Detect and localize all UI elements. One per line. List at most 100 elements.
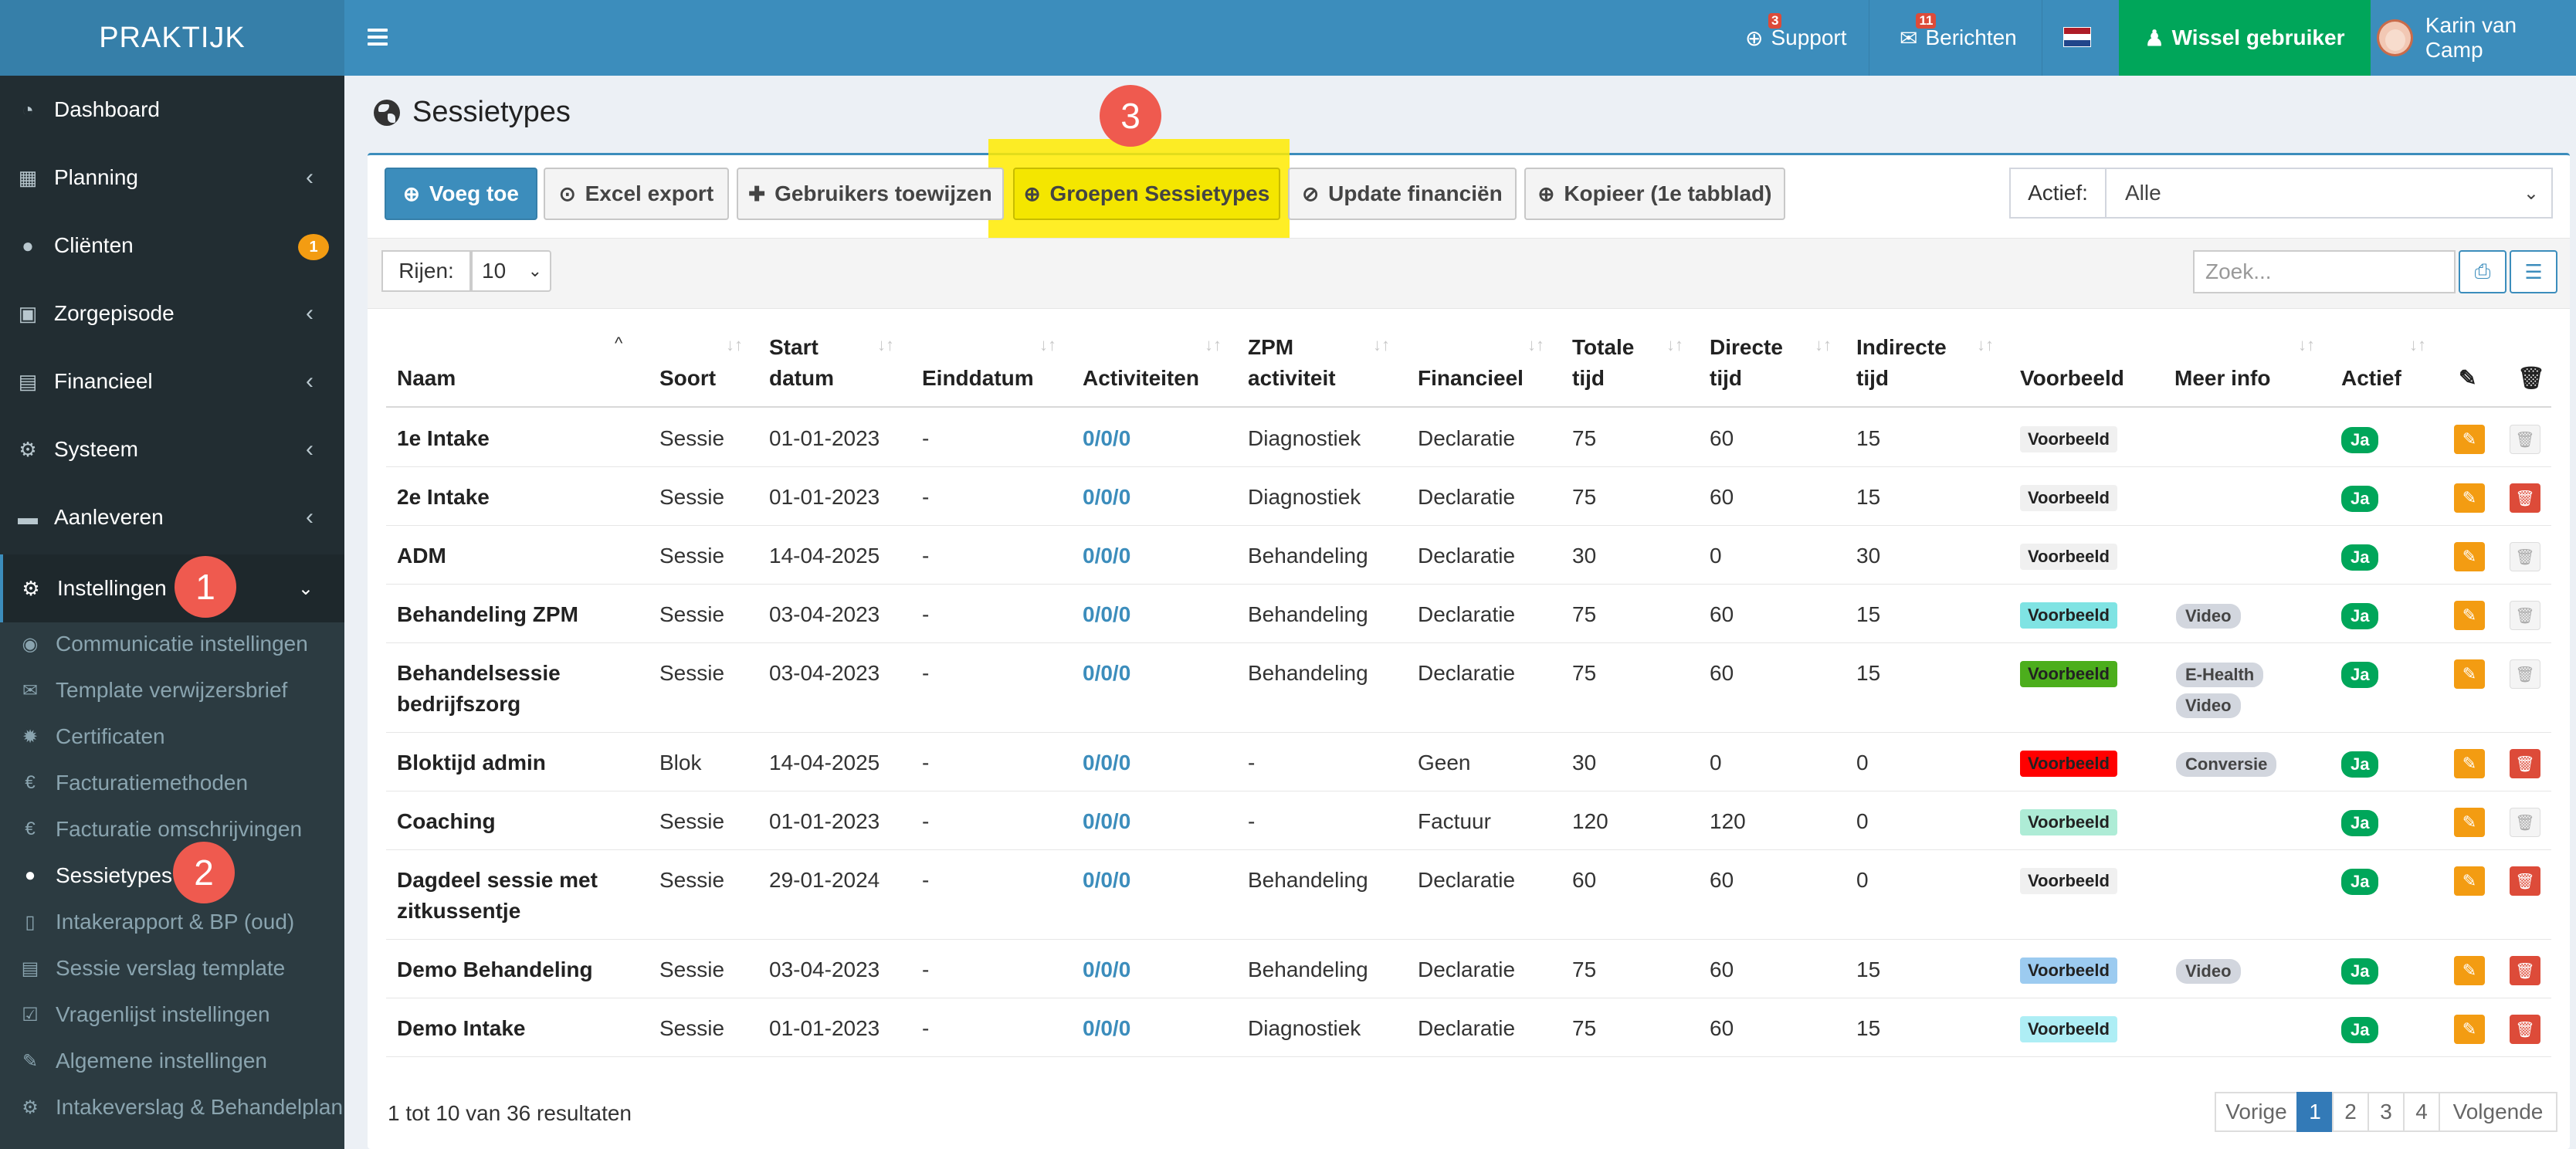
sidebar-item-zorgepisode[interactable]: ▣ Zorgepisode ‹ xyxy=(0,281,344,346)
activiteiten-link[interactable]: 0/0/0 xyxy=(1083,1013,1130,1044)
pager-vorige[interactable]: Vorige xyxy=(2215,1092,2298,1132)
gebruikers-toewijzen-button[interactable]: ✚ Gebruikers toewijzen xyxy=(737,168,1004,220)
activiteiten-link[interactable]: 0/0/0 xyxy=(1083,423,1130,454)
activiteiten-link[interactable]: 0/0/0 xyxy=(1083,541,1130,571)
delete-button[interactable]: 🗑 xyxy=(2510,749,2540,778)
delete-button[interactable]: 🗑 xyxy=(2510,601,2540,630)
sidebar-item-dashboard[interactable]: ◔ Dashboard xyxy=(0,77,344,142)
col-actief[interactable]: Actief xyxy=(2341,363,2401,394)
edit-button[interactable]: ✎ xyxy=(2454,542,2485,571)
kopieer-button[interactable]: ⊕ Kopieer (1e tabblad) xyxy=(1524,168,1785,220)
sidebar-item-clienten[interactable]: ● Cliënten 1 xyxy=(0,213,344,278)
sidebar-item-financieel[interactable]: ▤ Financieel ‹ xyxy=(0,349,344,414)
sort-icon[interactable]: ↓↑ xyxy=(1815,335,1832,355)
sort-icon[interactable]: ↓↑ xyxy=(1039,335,1056,355)
sort-icon[interactable]: ↓↑ xyxy=(1205,335,1222,355)
submenu-algemene-instellingen[interactable]: ✎ Algemene instellingen xyxy=(0,1038,344,1084)
sort-icon[interactable]: ↓↑ xyxy=(877,335,894,355)
app-logo[interactable]: PRAKTIJK xyxy=(0,0,344,76)
edit-button[interactable]: ✎ xyxy=(2454,601,2485,630)
col-indirecte-2[interactable]: tijd xyxy=(1856,363,1889,394)
edit-button[interactable]: ✎ xyxy=(2454,808,2485,837)
edit-button[interactable]: ✎ xyxy=(2454,956,2485,985)
submenu-intakerapport[interactable]: ▯ Intakerapport & BP (oud) xyxy=(0,899,344,945)
submenu-facturatie-omschrijvingen[interactable]: € Facturatie omschrijvingen xyxy=(0,806,344,852)
col-start-2[interactable]: datum xyxy=(769,363,834,394)
sort-icon[interactable]: ↓↑ xyxy=(1373,335,1390,355)
edit-button[interactable]: ✎ xyxy=(2454,749,2485,778)
submenu-sessie-verslag[interactable]: ▤ Sessie verslag template xyxy=(0,945,344,991)
pager-page-4[interactable]: 4 xyxy=(2403,1092,2440,1132)
menu-toggle-icon[interactable] xyxy=(368,23,388,51)
submenu-communicatie[interactable]: ◉ Communicatie instellingen xyxy=(0,621,344,667)
delete-button[interactable]: 🗑 xyxy=(2510,956,2540,985)
submenu-certificaten[interactable]: ✹ Certificaten xyxy=(0,713,344,760)
delete-button[interactable]: 🗑 xyxy=(2510,1015,2540,1044)
delete-button[interactable]: 🗑 xyxy=(2510,866,2540,896)
edit-button[interactable]: ✎ xyxy=(2454,866,2485,896)
pager-page-2[interactable]: 2 xyxy=(2332,1092,2369,1132)
edit-button[interactable]: ✎ xyxy=(2454,659,2485,689)
support-link[interactable]: ⊕ 3 Support xyxy=(1745,0,1847,76)
submenu-facturatiemethoden[interactable]: € Facturatiemethoden xyxy=(0,760,344,806)
activiteiten-link[interactable]: 0/0/0 xyxy=(1083,658,1130,689)
wissel-gebruiker-button[interactable]: ♟ Wissel gebruiker xyxy=(2119,0,2371,76)
submenu-sessietypes[interactable]: ● Sessietypes xyxy=(0,852,344,899)
sort-icon[interactable]: ↓↑ xyxy=(2409,335,2426,355)
activiteiten-link[interactable]: 0/0/0 xyxy=(1083,954,1130,985)
pager-page-1[interactable]: 1 xyxy=(2296,1092,2334,1132)
delete-button[interactable]: 🗑 xyxy=(2510,483,2540,513)
delete-button[interactable]: 🗑 xyxy=(2510,659,2540,689)
activiteiten-link[interactable]: 0/0/0 xyxy=(1083,806,1130,837)
col-directe-2[interactable]: tijd xyxy=(1710,363,1742,394)
language-flag-nl-icon[interactable] xyxy=(2063,27,2091,47)
edit-button[interactable]: ✎ xyxy=(2454,483,2485,513)
activiteiten-link[interactable]: 0/0/0 xyxy=(1083,747,1130,778)
activiteiten-link[interactable]: 0/0/0 xyxy=(1083,599,1130,630)
col-start-1[interactable]: Start xyxy=(769,332,819,363)
update-financien-button[interactable]: ⊘ Update financiën xyxy=(1288,168,1517,220)
activiteiten-link[interactable]: 0/0/0 xyxy=(1083,482,1130,513)
col-activiteiten[interactable]: Activiteiten xyxy=(1083,363,1199,394)
edit-button[interactable]: ✎ xyxy=(2454,1015,2485,1044)
sort-icon[interactable]: ↓↑ xyxy=(1977,335,1994,355)
voeg-toe-button[interactable]: ⊕ Voeg toe xyxy=(385,168,537,220)
columns-button[interactable]: ☰ xyxy=(2510,250,2557,293)
berichten-link[interactable]: ✉ 11 Berichten xyxy=(1900,0,2017,76)
pager-page-3[interactable]: 3 xyxy=(2368,1092,2405,1132)
delete-button[interactable]: 🗑 xyxy=(2510,542,2540,571)
sidebar-item-systeem[interactable]: ⚙ Systeem ‹ xyxy=(0,417,344,482)
sidebar-item-instellingen[interactable]: ⚙ Instellingen ⌄ xyxy=(0,554,344,622)
submenu-intakeverslag[interactable]: ⚙ Intakeverslag & Behandelplan xyxy=(0,1084,344,1130)
sort-icon[interactable]: ↓↑ xyxy=(2298,335,2315,355)
delete-button[interactable]: 🗑 xyxy=(2510,808,2540,837)
pager-volgende[interactable]: Volgende xyxy=(2439,1092,2557,1132)
col-financieel[interactable]: Financieel xyxy=(1418,363,1524,394)
col-soort[interactable]: Soort xyxy=(659,363,716,394)
user-menu[interactable]: Karin van Camp xyxy=(2371,0,2576,76)
col-directe-1[interactable]: Directe xyxy=(1710,332,1783,363)
sort-icon[interactable]: ↓↑ xyxy=(1527,335,1544,355)
sort-asc-icon[interactable]: ^ xyxy=(615,334,622,354)
sidebar-item-aanleveren[interactable]: ▬ Aanleveren ‹ xyxy=(0,485,344,550)
sidebar-item-planning[interactable]: ▦ Planning ‹ xyxy=(0,145,344,210)
rijen-select[interactable]: 10 ⌄ xyxy=(471,250,551,292)
excel-export-button[interactable]: ⊙ Excel export xyxy=(544,168,729,220)
sort-icon[interactable]: ↓↑ xyxy=(1666,335,1683,355)
col-zpm-1[interactable]: ZPM xyxy=(1248,332,1293,363)
col-meer-info[interactable]: Meer info xyxy=(2174,363,2270,394)
col-naam[interactable]: Naam xyxy=(397,363,456,394)
search-input[interactable]: Zoek... xyxy=(2193,250,2456,293)
delete-button[interactable]: 🗑 xyxy=(2510,425,2540,454)
activiteiten-link[interactable]: 0/0/0 xyxy=(1083,865,1130,896)
groepen-sessietypes-button[interactable]: ⊕ Groepen Sessietypes xyxy=(1013,168,1280,220)
col-totale-1[interactable]: Totale xyxy=(1572,332,1634,363)
col-zpm-2[interactable]: activiteit xyxy=(1248,363,1336,394)
col-einddatum[interactable]: Einddatum xyxy=(922,363,1034,394)
col-indirecte-1[interactable]: Indirecte xyxy=(1856,332,1947,363)
edit-button[interactable]: ✎ xyxy=(2454,425,2485,454)
actief-filter-select[interactable]: Alle ⌄ xyxy=(2105,168,2553,219)
sort-icon[interactable]: ↓↑ xyxy=(726,335,743,355)
submenu-vragenlijst[interactable]: ☑ Vragenlijst instellingen xyxy=(0,991,344,1038)
col-totale-2[interactable]: tijd xyxy=(1572,363,1605,394)
